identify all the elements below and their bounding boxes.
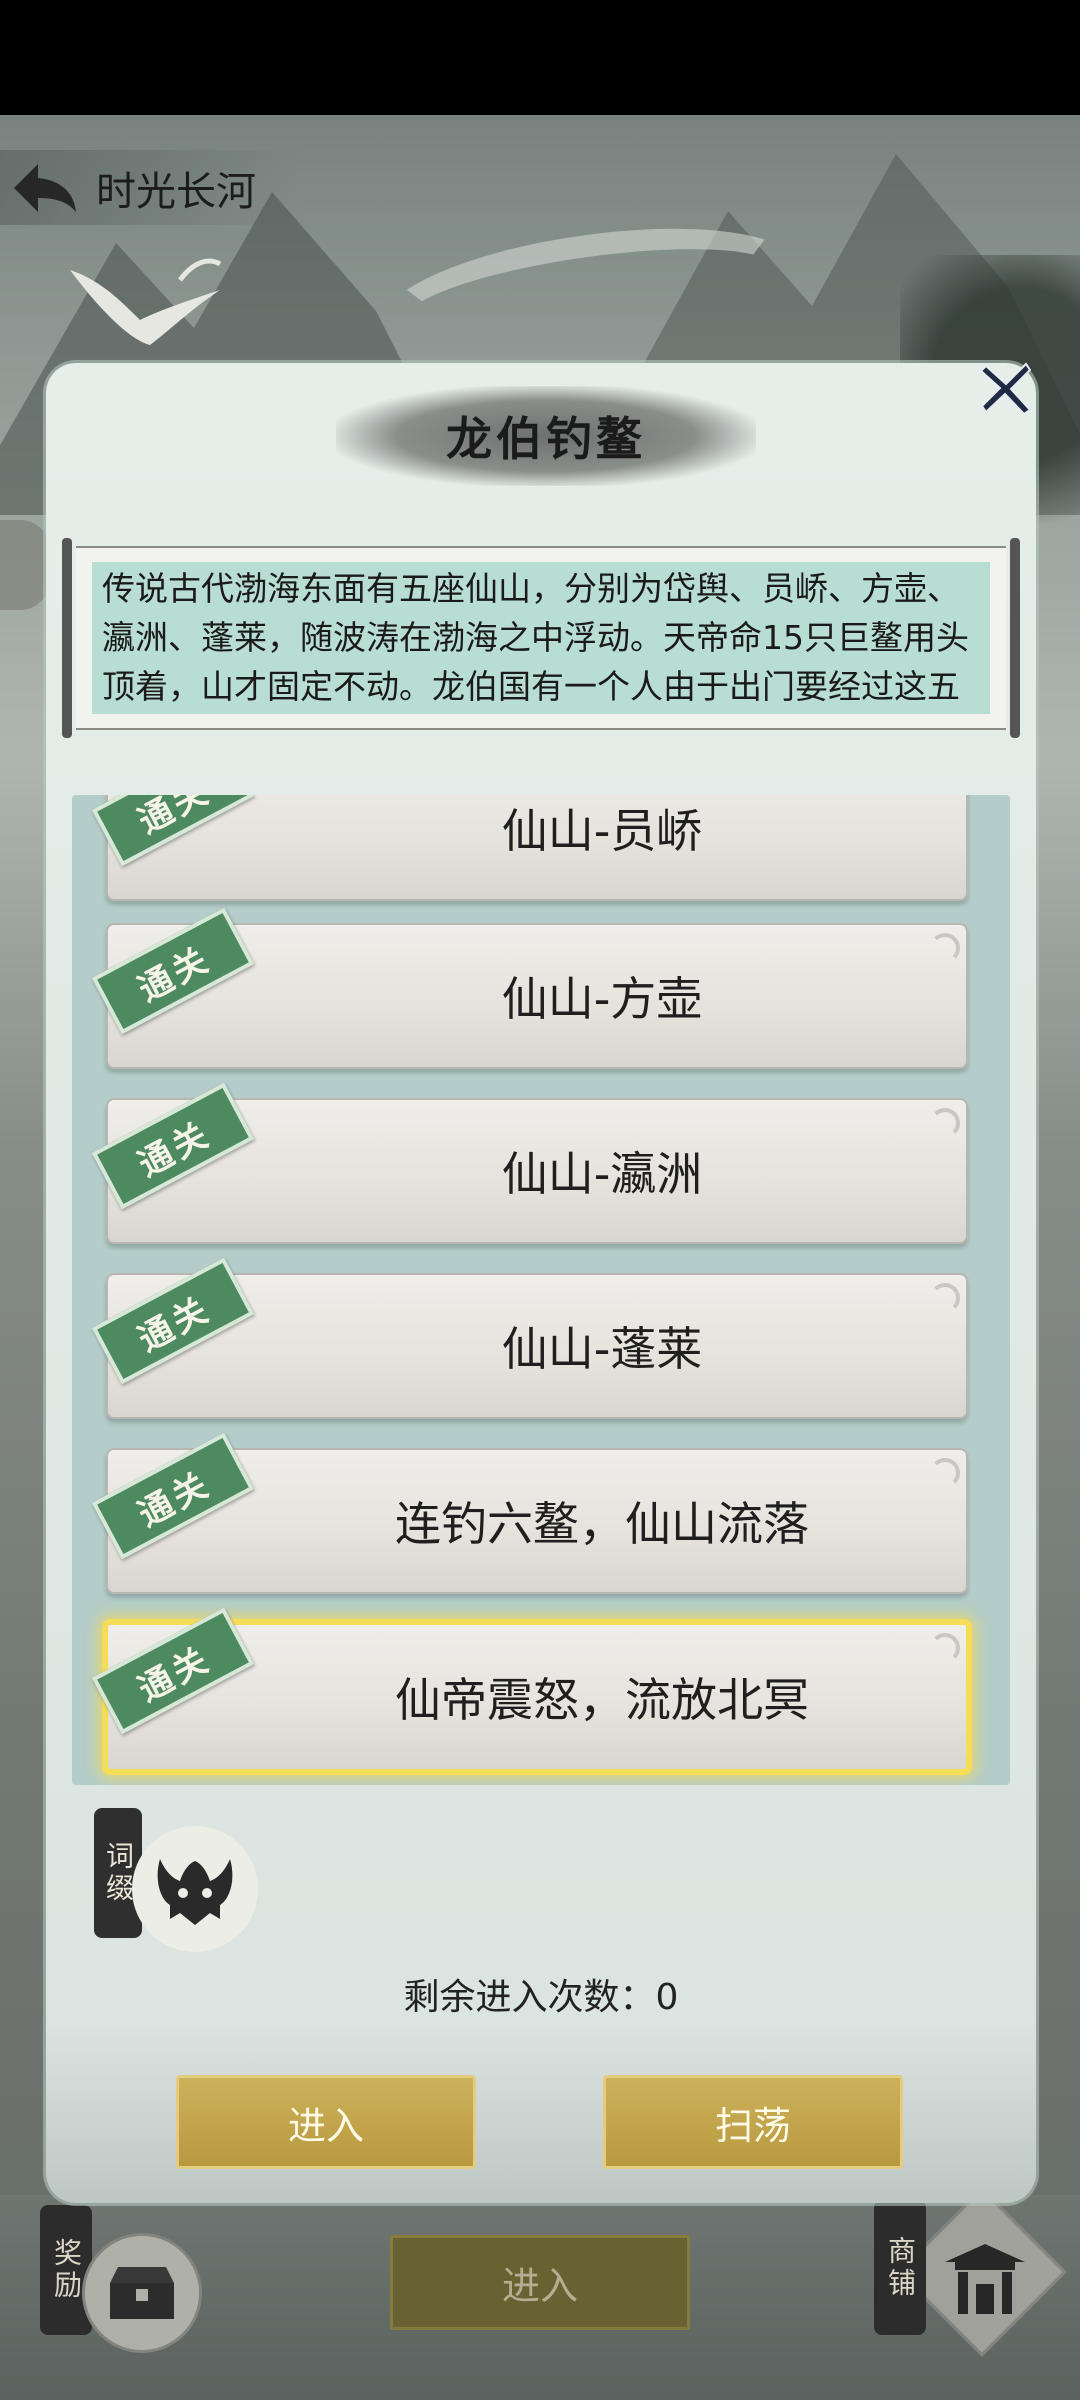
stage-item[interactable]: 通关 仙山-员峤 [91,795,968,901]
story-scroll: 传说古代渤海东面有五座仙山，分别为岱舆、员峤、方壶、瀛洲、蓬莱，随波涛在渤海之中… [62,538,1020,738]
cleared-stamp: 通关 [91,1082,255,1210]
dialog-title-band: 龙伯钓鳌 [336,386,756,486]
story-text-area[interactable]: 传说古代渤海东面有五座仙山，分别为岱舆、员峤、方壶、瀛洲、蓬莱，随波涛在渤海之中… [92,562,990,714]
cloud-ornament [930,1108,960,1138]
stage-label: 仙帝震怒，流放北冥 [395,1673,809,1727]
stage-label: 连钓六鳌，仙山流落 [395,1497,809,1551]
stage-label: 仙山-员峤 [501,804,703,858]
stage-item[interactable]: 通关 连钓六鳌，仙山流落 [91,1432,968,1594]
stage-item[interactable]: 通关 仙山-瀛洲 [91,1082,968,1244]
cloud-ornament [930,1458,960,1488]
remaining-entries: 剩余进入次数：0 [403,1977,679,2018]
dialog-title: 龙伯钓鳌 [446,412,646,466]
scroll-rod-left [62,538,72,738]
scroll-paper: 传说古代渤海东面有五座仙山，分别为岱舆、员峤、方壶、瀛洲、蓬莱，随波涛在渤海之中… [76,546,1006,730]
cleared-stamp: 通关 [91,795,255,867]
stage-label: 仙山-蓬莱 [501,1322,703,1376]
enter-button[interactable]: 进入 [176,2075,476,2169]
cloud-ornament [930,1633,960,1663]
stage-label: 仙山-方壶 [501,972,703,1026]
affix-badge[interactable]: 词缀 [94,1808,264,1952]
cleared-stamp: 通关 [91,1432,255,1560]
stage-item[interactable]: 通关 仙山-蓬莱 [91,1257,968,1419]
cleared-stamp: 通关 [91,1607,255,1735]
stage-item[interactable]: 通关 仙山-方壶 [91,907,968,1069]
stage-label: 仙山-瀛洲 [501,1147,703,1201]
sweep-button[interactable]: 扫荡 [603,2075,903,2169]
status-bar [0,0,1080,115]
cleared-stamp: 通关 [91,1257,255,1385]
stage-list[interactable]: 通关 仙山-员峤 通关 仙山-方壶 通关 仙山-瀛洲 通关 仙山-蓬莱 通关 连… [72,795,1010,1785]
scroll-rod-right [1010,538,1020,738]
cloud-ornament [930,933,960,963]
stage-dialog: 龙伯钓鳌 传说古代渤海东面有五座仙山，分别为岱舆、员峤、方壶、瀛洲、蓬莱，随波涛… [46,362,1036,2203]
story-text: 传说古代渤海东面有五座仙山，分别为岱舆、员峤、方壶、瀛洲、蓬莱，随波涛在渤海之中… [102,569,969,706]
affix-mask-icon [132,1826,258,1952]
cloud-ornament [930,1283,960,1313]
cleared-stamp: 通关 [91,907,255,1035]
stage-item-selected[interactable]: 通关 仙帝震怒，流放北冥 [91,1607,972,1775]
close-icon[interactable] [971,353,1041,423]
